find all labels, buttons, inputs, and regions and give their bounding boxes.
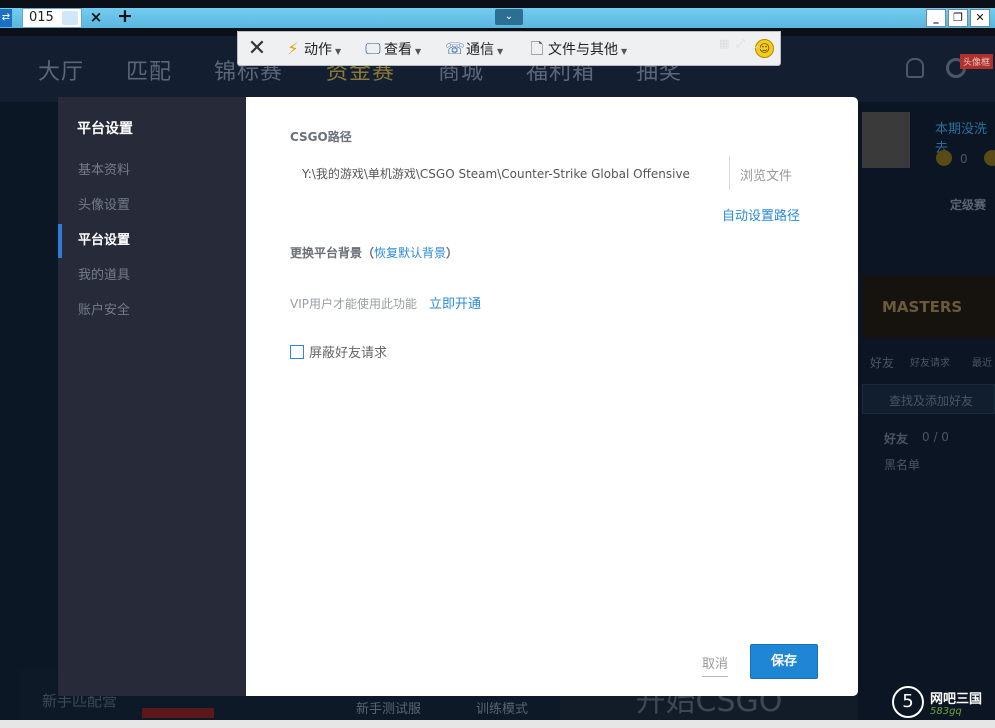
- close-window-button[interactable]: ✕: [970, 9, 990, 27]
- toolbar-menu-label: 通信: [466, 42, 494, 58]
- bg-friends-count: 0 / 0: [922, 430, 949, 444]
- sidebar-item-platform-settings[interactable]: 平台设置: [58, 224, 246, 258]
- change-background-label: 更换平台背景（恢复默认背景）: [290, 244, 458, 261]
- rank-label: 定级赛: [950, 198, 987, 212]
- vip-badge: 头像框: [960, 54, 994, 69]
- toolbar-close-icon[interactable]: ✕: [244, 36, 270, 62]
- bg-friend-tab: 好友请求: [910, 358, 950, 369]
- watermark-text: 网吧三国: [930, 692, 983, 707]
- sidebar-item-basic-info[interactable]: 基本资料: [58, 154, 246, 188]
- masters-banner: MASTERS: [862, 276, 995, 338]
- grid-icon[interactable]: ▦: [719, 37, 729, 50]
- collapse-toolbar-icon[interactable]: ︿: [752, 37, 763, 53]
- block-friend-request-row[interactable]: 屏蔽好友请求: [290, 342, 387, 361]
- vip-row: VIP用户才能使用此功能 立即开通: [290, 293, 481, 312]
- coin-icon: [984, 150, 995, 166]
- toolbar-menu-files[interactable]: 🗋 文件与其他 ▼: [526, 39, 628, 60]
- coin-value: 0: [960, 152, 968, 166]
- avatar: [862, 112, 910, 168]
- block-friend-label: 屏蔽好友请求: [309, 346, 388, 361]
- csgo-path-label: CSGO路径: [290, 130, 352, 144]
- tab-dropdown-icon[interactable]: ⌄: [495, 9, 523, 25]
- sidebar-item-avatar-settings[interactable]: 头像设置: [58, 189, 246, 223]
- caret-down-icon: ▼: [335, 47, 342, 56]
- bg-friends-header: 好友: [884, 432, 909, 446]
- caret-down-icon: ▼: [621, 47, 628, 56]
- toolbar-menu-label: 查看: [384, 42, 412, 58]
- settings-panel: CSGO路径 Y:\我的游戏\单机游戏\CSGO Steam\Counter-S…: [246, 97, 858, 696]
- file-transfer-icon: 🗋: [530, 39, 544, 58]
- remote-control-toolbar: ✕ ⚡ 动作 ▼ 🖵 查看 ▼ ☏通信 ▼ 🗋 文件与其他 ▼ ☺: [237, 31, 781, 66]
- bg-friend-tab: 最近: [972, 358, 992, 369]
- minimize-button[interactable]: _: [926, 9, 946, 27]
- bg-friend-tab: 好友: [870, 356, 895, 370]
- browse-files-button[interactable]: 浏览文件: [740, 165, 792, 184]
- lightning-icon: ⚡: [287, 39, 299, 58]
- toolbar-menu-view[interactable]: 🖵 查看 ▼: [362, 40, 421, 60]
- sidebar-item-account-security[interactable]: 账户安全: [58, 294, 246, 328]
- horizontal-scrollbar[interactable]: [0, 720, 995, 728]
- app-logo-icon: ⇄: [0, 9, 12, 27]
- session-tab-label: 015: [29, 10, 54, 25]
- toolbar-menu-action[interactable]: ⚡ 动作 ▼: [282, 40, 341, 60]
- bg-search-placeholder: 查找及添加好友: [889, 394, 974, 408]
- toolbar-menu-label: 文件与其他: [548, 42, 618, 58]
- sidebar-title: 平台设置: [77, 121, 133, 137]
- bg-nav-item: 匹配: [126, 60, 173, 85]
- monitor-icon: 🖵: [365, 39, 381, 58]
- coin-icon: [936, 150, 952, 166]
- bg-test-server: 新手测试服: [356, 702, 422, 717]
- bell-icon: [906, 58, 924, 78]
- masters-text: MASTERS: [882, 298, 963, 316]
- vip-open-link[interactable]: 立即开通: [429, 297, 481, 312]
- save-button[interactable]: 保存: [750, 644, 818, 679]
- paren-open: （: [362, 246, 375, 260]
- csgo-path-value: Y:\我的游戏\单机游戏\CSGO Steam\Counter-Strike G…: [302, 167, 690, 181]
- auto-set-path-link[interactable]: 自动设置路径: [722, 205, 800, 224]
- paren-close: ）: [446, 246, 459, 260]
- fullscreen-icon[interactable]: ⤢: [736, 37, 745, 51]
- tab-ghost-icon: [62, 11, 78, 25]
- cancel-button[interactable]: 取消: [702, 653, 729, 677]
- bg-blacklist: 黑名单: [884, 458, 921, 472]
- bg-nav-item: 大厅: [38, 60, 85, 85]
- vip-note: VIP用户才能使用此功能: [290, 297, 417, 311]
- bg-search-box: 查找及添加好友: [862, 384, 995, 414]
- bg-red-bar: [142, 708, 214, 718]
- tab-add-icon[interactable]: +: [116, 6, 134, 26]
- change-background-text: 更换平台背景: [290, 246, 363, 260]
- maximize-button[interactable]: ❐: [948, 9, 968, 27]
- toolbar-menu-comm[interactable]: ☏通信 ▼: [444, 40, 503, 60]
- watermark-logo-icon: 5: [892, 686, 924, 718]
- settings-sidebar: 平台设置 基本资料 头像设置 平台设置 我的道具 账户安全: [58, 97, 246, 696]
- phone-chat-icon: ☏: [444, 39, 465, 58]
- watermark-sub: 583gq: [930, 706, 962, 717]
- sidebar-item-my-items[interactable]: 我的道具: [58, 259, 246, 293]
- caret-down-icon: ▼: [415, 47, 422, 56]
- bg-training: 训练模式: [476, 702, 529, 717]
- csgo-path-field[interactable]: Y:\我的游戏\单机游戏\CSGO Steam\Counter-Strike G…: [290, 156, 806, 190]
- path-divider: [729, 156, 730, 190]
- tab-close-icon[interactable]: ×: [88, 7, 104, 27]
- block-friend-checkbox[interactable]: [290, 345, 304, 359]
- restore-default-background-link[interactable]: 恢复默认背景: [374, 246, 446, 260]
- toolbar-menu-label: 动作: [304, 42, 332, 58]
- caret-down-icon: ▼: [497, 47, 504, 56]
